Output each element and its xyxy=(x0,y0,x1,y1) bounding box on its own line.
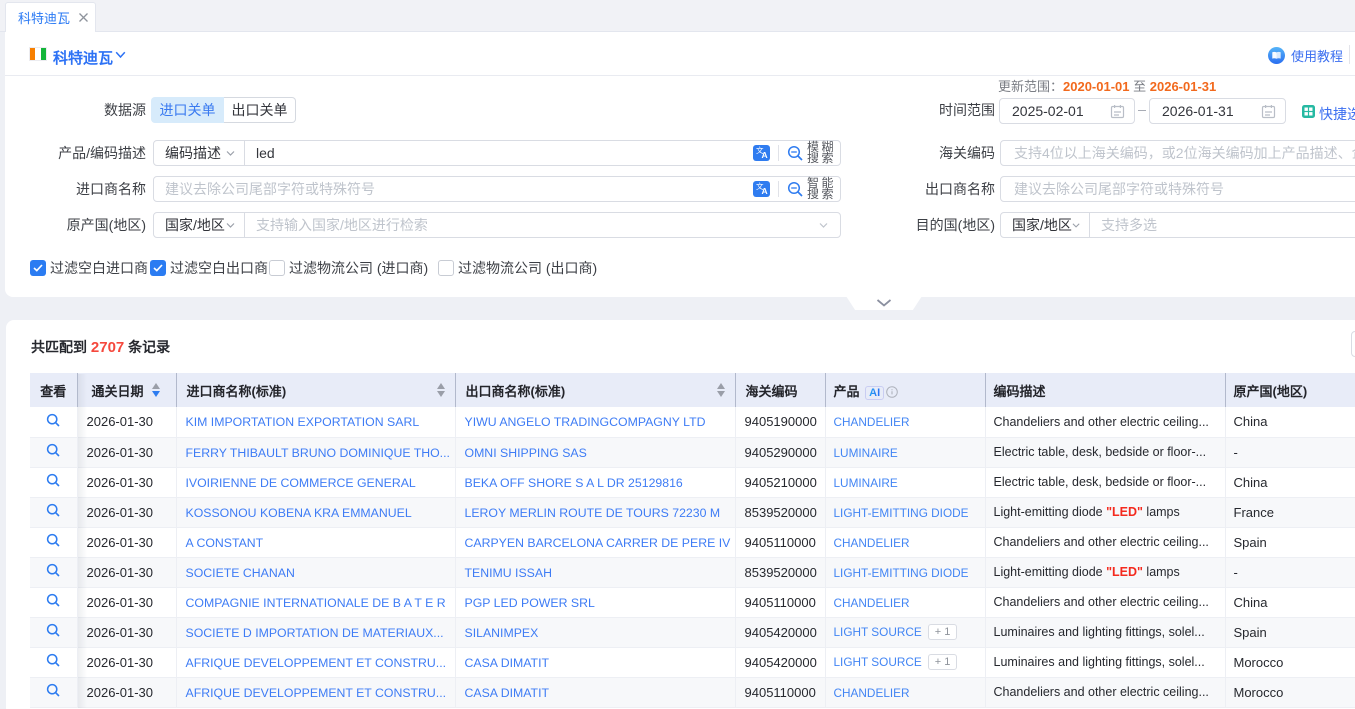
svg-text:A: A xyxy=(761,150,767,160)
svg-text:A: A xyxy=(761,186,767,196)
